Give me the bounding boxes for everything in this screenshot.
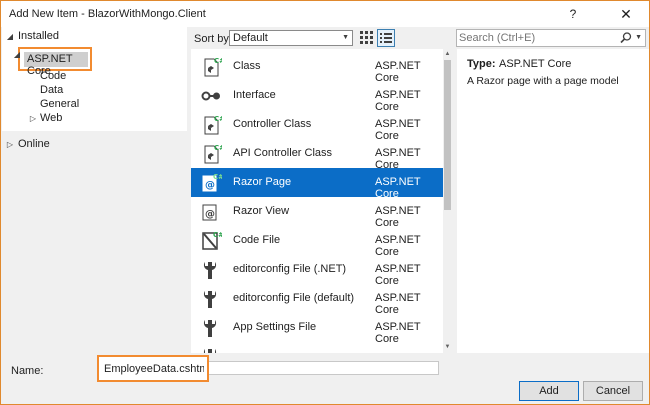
svg-text:C#: C# bbox=[214, 144, 222, 152]
scroll-up-icon[interactable]: ▲ bbox=[443, 49, 452, 59]
item-name: Razor Page bbox=[233, 176, 292, 188]
svg-text:C#: C# bbox=[213, 231, 222, 239]
expanded-arrow-icon[interactable]: ◢ bbox=[5, 28, 15, 45]
controller-class-icon: C# bbox=[204, 115, 222, 135]
name-field-highlight[interactable] bbox=[97, 355, 209, 382]
item-description: A Razor page with a page model bbox=[467, 75, 619, 87]
add-new-item-dialog: Add New Item - BlazorWithMongo.Client ? … bbox=[0, 0, 650, 405]
name-field-box[interactable] bbox=[207, 361, 439, 375]
list-scrollbar[interactable]: ▲ ▼ bbox=[443, 49, 452, 353]
details-panel: Type: ASP.NET Core A Razor page with a p… bbox=[457, 49, 649, 353]
scroll-down-icon[interactable]: ▼ bbox=[443, 342, 452, 352]
api-controller-icon: C# bbox=[204, 144, 222, 164]
svg-text:C#: C# bbox=[214, 115, 222, 123]
list-item[interactable]: C# API Controller Class ASP.NET Core bbox=[191, 139, 443, 171]
search-icon[interactable] bbox=[619, 31, 633, 45]
tree-label-installed: Installed bbox=[18, 30, 59, 42]
list-item[interactable] bbox=[191, 342, 443, 353]
sort-by-value: Default bbox=[233, 32, 268, 44]
svg-text:C#: C# bbox=[213, 173, 222, 181]
class-icon: C# bbox=[204, 57, 222, 77]
help-button[interactable]: ? bbox=[563, 5, 583, 23]
item-name: Controller Class bbox=[233, 118, 312, 130]
list-item[interactable]: App Settings File ASP.NET Core bbox=[191, 313, 443, 345]
item-name: editorconfig File (.NET) bbox=[233, 263, 347, 275]
scroll-thumb[interactable] bbox=[444, 60, 451, 210]
interface-icon bbox=[201, 91, 220, 101]
list-item[interactable]: C# Code File ASP.NET Core bbox=[191, 226, 443, 258]
tree-node-installed[interactable]: ◢ Installed bbox=[2, 28, 187, 45]
wrench-icon bbox=[203, 349, 217, 353]
close-button[interactable]: ✕ bbox=[613, 4, 639, 24]
window-title: Add New Item - BlazorWithMongo.Client bbox=[9, 8, 206, 20]
item-name: Class bbox=[233, 60, 261, 72]
tree-node-web[interactable]: ▷ Web bbox=[28, 110, 88, 127]
item-name: editorconfig File (default) bbox=[233, 292, 355, 304]
item-name: App Settings File bbox=[233, 321, 317, 333]
item-name: Razor View bbox=[233, 205, 290, 217]
svg-text:@: @ bbox=[205, 180, 215, 191]
item-name: Interface bbox=[233, 89, 276, 101]
tree-lower-area: ▷ Online bbox=[2, 131, 187, 353]
list-item[interactable]: @ Razor View ASP.NET Core bbox=[191, 197, 443, 229]
collapsed-arrow-icon[interactable]: ▷ bbox=[5, 136, 15, 153]
list-item[interactable]: editorconfig File (default) ASP.NET Core bbox=[191, 284, 443, 316]
list-item-selected[interactable]: @ C# Razor Page ASP.NET Core bbox=[191, 168, 443, 200]
tree-label-data: Data bbox=[40, 84, 64, 96]
tree-label-code: Code bbox=[40, 70, 67, 82]
code-file-icon: C# bbox=[202, 231, 222, 250]
expanded-arrow-icon[interactable]: ◢ bbox=[12, 50, 22, 67]
list-view-icon bbox=[380, 33, 392, 43]
grid-view-icon[interactable] bbox=[359, 30, 375, 46]
search-input[interactable] bbox=[459, 31, 619, 45]
sort-by-label: Sort by: bbox=[194, 33, 232, 45]
collapsed-arrow-icon[interactable]: ▷ bbox=[28, 110, 38, 127]
item-name: API Controller Class bbox=[233, 147, 333, 159]
razor-page-icon: @ C# bbox=[202, 173, 222, 192]
cancel-button[interactable]: Cancel bbox=[583, 381, 643, 401]
sort-by-select[interactable]: Default ▼ bbox=[229, 30, 353, 46]
wrench-icon bbox=[203, 291, 217, 308]
list-item[interactable]: C# Class ASP.NET Core bbox=[191, 52, 443, 84]
type-value: ASP.NET Core bbox=[499, 58, 572, 70]
list-item[interactable]: Interface ASP.NET Core bbox=[191, 81, 443, 113]
item-name: Code File bbox=[233, 234, 281, 246]
tree-label-online: Online bbox=[18, 138, 50, 150]
name-label: Name: bbox=[11, 365, 44, 377]
tree-label-web: Web bbox=[40, 112, 63, 124]
type-label: Type: bbox=[467, 58, 496, 70]
svg-text:@: @ bbox=[205, 209, 215, 220]
add-button[interactable]: Add bbox=[519, 381, 579, 401]
tree-label-general: General bbox=[40, 98, 80, 110]
tree-node-online[interactable]: ▷ Online bbox=[2, 136, 82, 153]
list-item[interactable]: C# Controller Class ASP.NET Core bbox=[191, 110, 443, 142]
search-dropdown-arrow-icon[interactable]: ▼ bbox=[635, 30, 642, 46]
name-input[interactable] bbox=[104, 362, 204, 376]
template-list: C# Class ASP.NET Core Interface ASP.NET … bbox=[191, 49, 443, 353]
list-item[interactable]: editorconfig File (.NET) ASP.NET Core bbox=[191, 255, 443, 287]
dropdown-arrow-icon: ▼ bbox=[342, 34, 349, 41]
list-view-button[interactable] bbox=[377, 29, 395, 47]
title-bar: Add New Item - BlazorWithMongo.Client ? … bbox=[1, 1, 649, 27]
wrench-icon bbox=[203, 262, 217, 279]
wrench-icon bbox=[203, 320, 217, 337]
search-box[interactable]: ▼ bbox=[456, 29, 646, 47]
svg-text:C#: C# bbox=[214, 57, 222, 65]
razor-view-icon: @ bbox=[202, 204, 217, 221]
